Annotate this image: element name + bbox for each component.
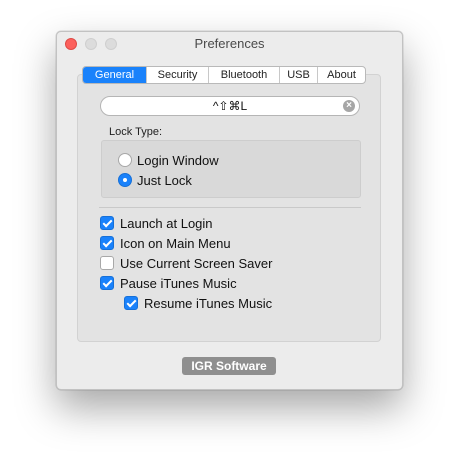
tab-about[interactable]: About (317, 67, 365, 83)
window-title: Preferences (194, 36, 265, 51)
radio-just-lock-label: Just Lock (137, 172, 192, 188)
resume-itunes-label: Resume iTunes Music (144, 295, 273, 311)
tab-security[interactable]: Security (146, 67, 208, 83)
use-screen-saver-checkbox[interactable] (100, 256, 114, 270)
section-divider (99, 207, 361, 208)
launch-at-login-label: Launch at Login (120, 215, 213, 231)
launch-at-login-option[interactable]: Launch at Login (100, 215, 213, 231)
igr-software-link[interactable]: IGR Software (182, 357, 276, 375)
resume-itunes-option[interactable]: Resume iTunes Music (124, 295, 272, 311)
resume-itunes-checkbox[interactable] (124, 296, 138, 310)
use-screen-saver-label: Use Current Screen Saver (120, 255, 273, 271)
desktop: Preferences General Security Bluetooth U… (0, 0, 457, 469)
radio-login-window-button[interactable] (118, 153, 132, 167)
title-bar[interactable]: Preferences (57, 32, 402, 56)
radio-just-lock[interactable]: Just Lock (118, 172, 192, 188)
tab-bar: General Security Bluetooth USB About (82, 66, 366, 84)
clear-circle-icon[interactable]: × (343, 100, 355, 112)
launch-at-login-checkbox[interactable] (100, 216, 114, 230)
tab-bluetooth[interactable]: Bluetooth (208, 67, 279, 83)
icon-on-main-menu-option[interactable]: Icon on Main Menu (100, 235, 231, 251)
pause-itunes-option[interactable]: Pause iTunes Music (100, 275, 237, 291)
pause-itunes-label: Pause iTunes Music (120, 275, 237, 291)
use-screen-saver-option[interactable]: Use Current Screen Saver (100, 255, 272, 271)
shortcut-value: ^⇧⌘L (212, 99, 248, 113)
icon-on-main-menu-label: Icon on Main Menu (120, 235, 231, 251)
lock-type-label: Lock Type: (109, 126, 162, 138)
radio-login-window-label: Login Window (137, 152, 219, 168)
pause-itunes-checkbox[interactable] (100, 276, 114, 290)
tab-usb[interactable]: USB (279, 67, 317, 83)
preferences-window: Preferences General Security Bluetooth U… (56, 31, 403, 390)
icon-on-main-menu-checkbox[interactable] (100, 236, 114, 250)
tab-general[interactable]: General (83, 67, 146, 83)
shortcut-recorder-field[interactable]: ^⇧⌘L × (100, 96, 360, 116)
lock-type-group: Login Window Just Lock (101, 140, 361, 198)
radio-login-window[interactable]: Login Window (118, 152, 219, 168)
radio-just-lock-button[interactable] (118, 173, 132, 187)
